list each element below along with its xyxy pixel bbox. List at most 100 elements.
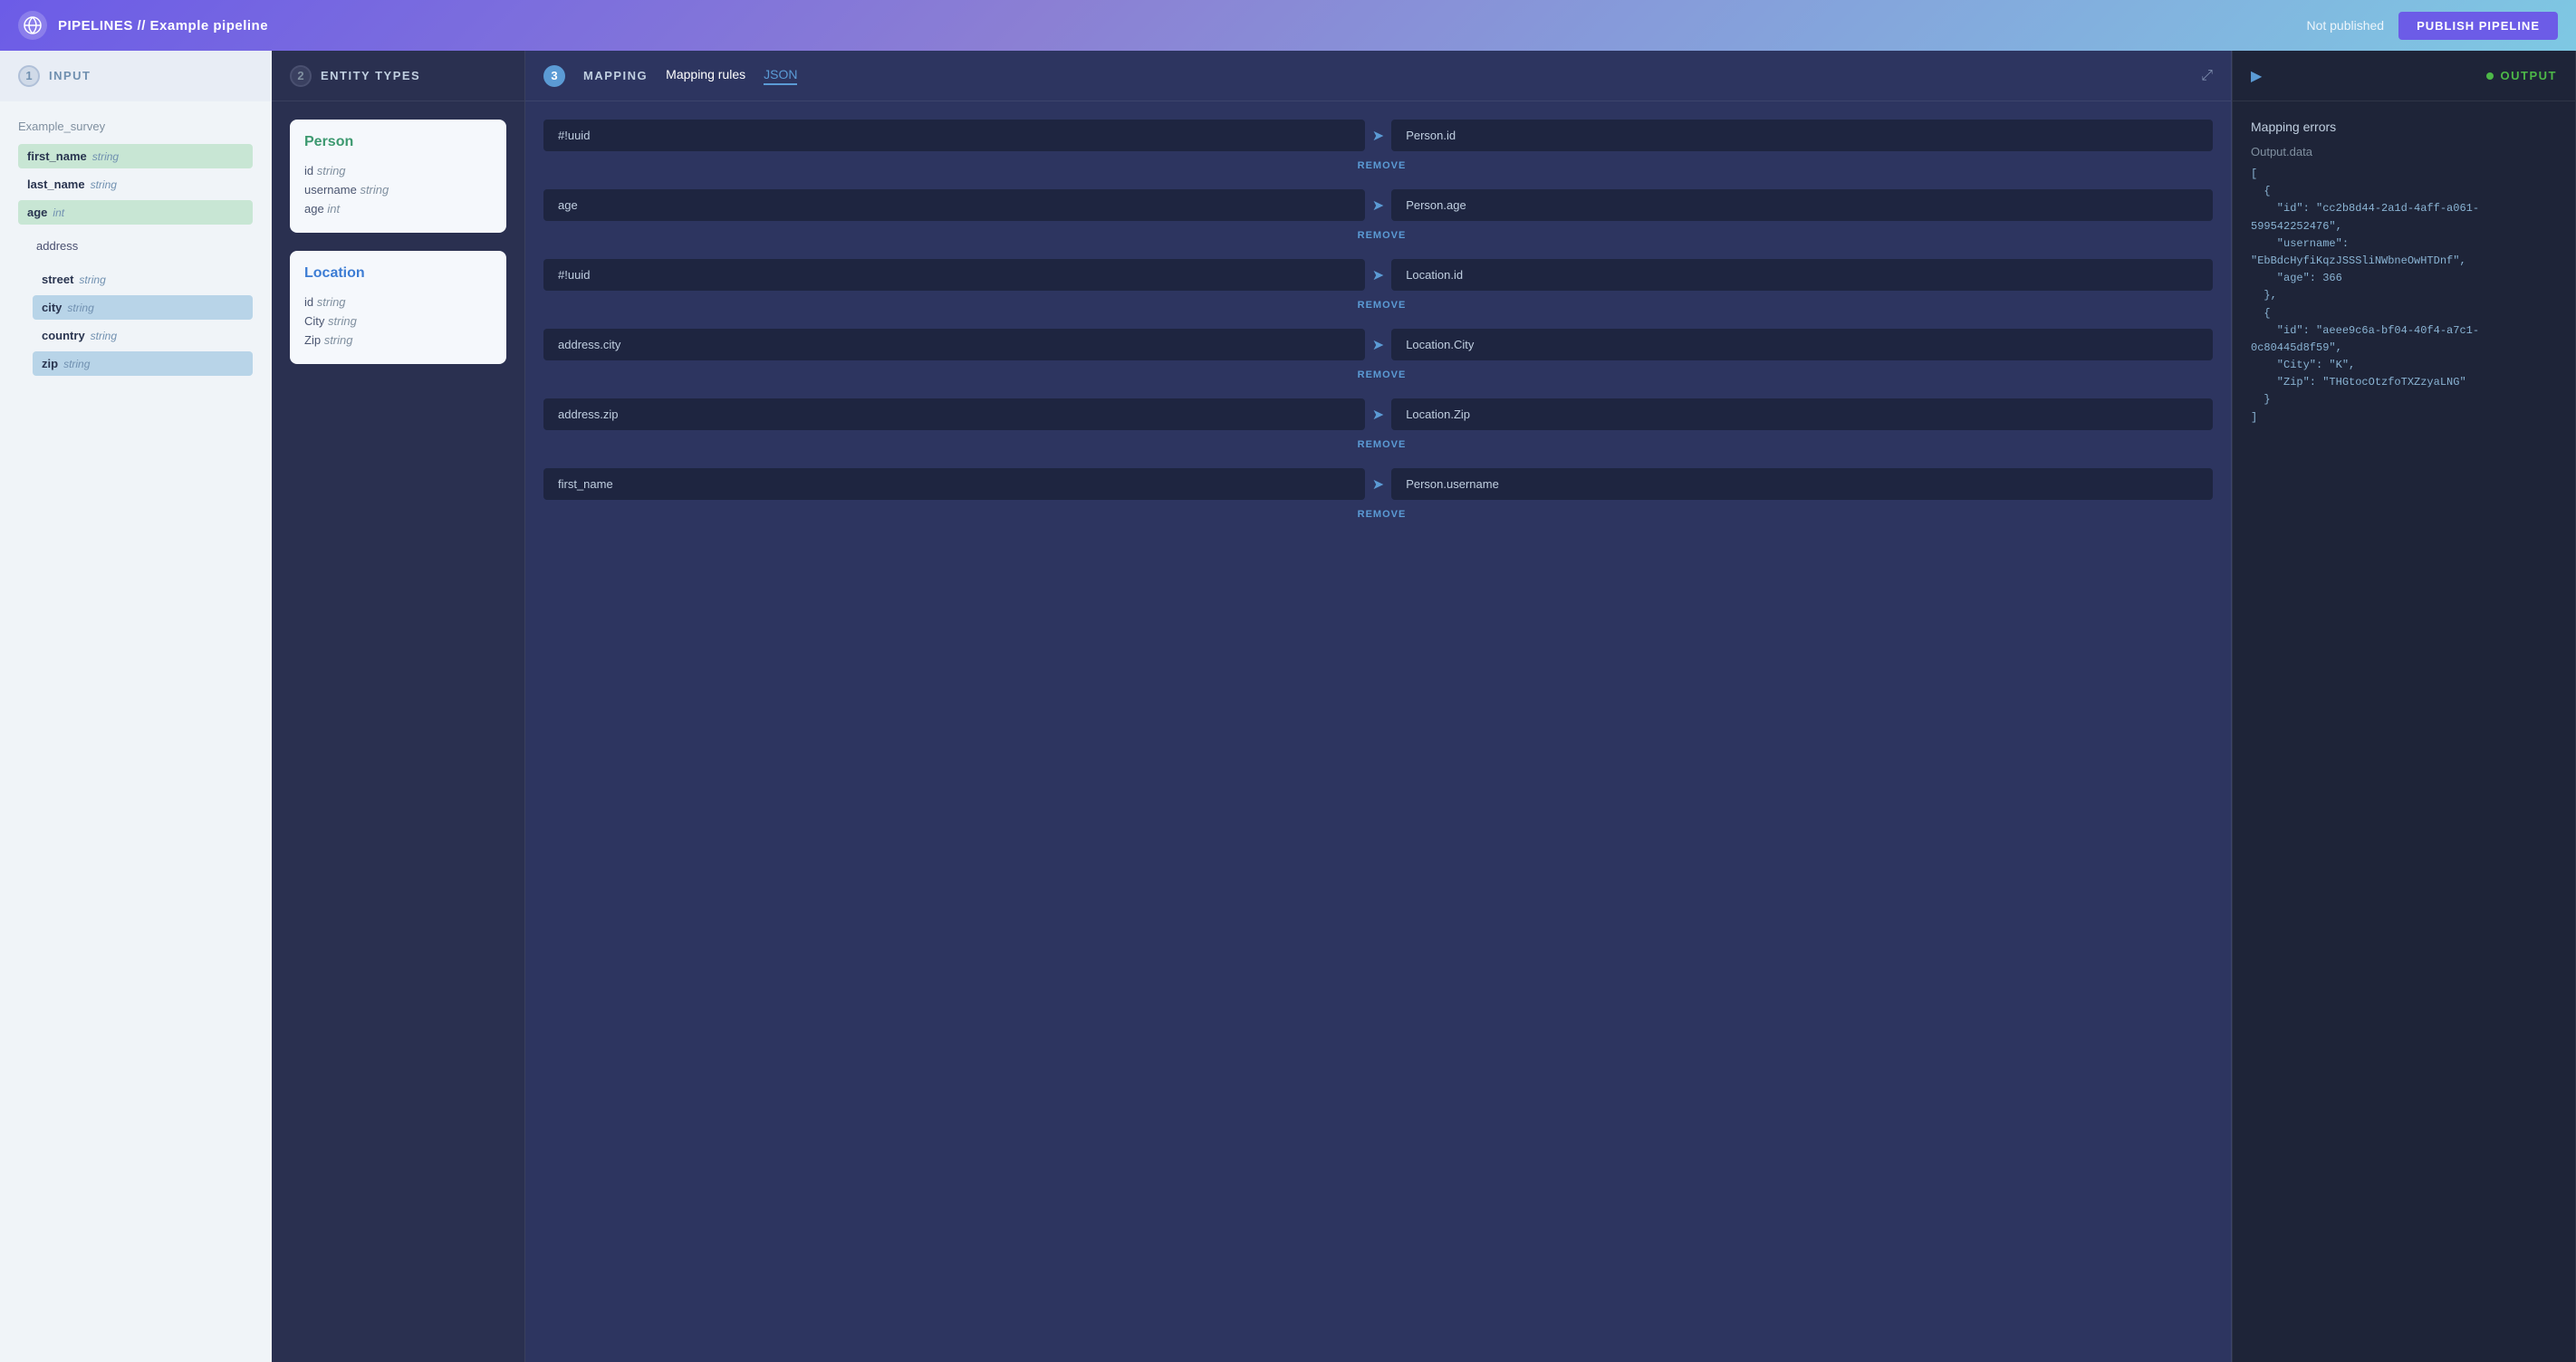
expand-icon[interactable]: ⤢ [2201,68,2213,84]
field-item: ageint [18,200,253,225]
mapping-source: #!uuid [543,259,1365,291]
mapping-row: first_name ➤ Person.username [543,468,2213,500]
field-name: age [27,206,47,219]
remove-button[interactable]: REMOVE [1350,226,1414,245]
mapping-arrow: ➤ [1372,336,1384,354]
mapping-row: #!uuid ➤ Person.id [543,120,2213,151]
mapping-header: 3 MAPPING Mapping rules JSON ⤢ [525,51,2231,101]
entity-panel: 2 ENTITY TYPES Person id stringusername … [272,51,525,1362]
not-published-status: Not published [2306,18,2384,33]
tab-json[interactable]: JSON [764,67,797,85]
field-item: first_name string [18,144,253,168]
entity-field: Zip string [304,331,492,350]
mapping-arrow: ➤ [1372,127,1384,145]
entity-field: age int [304,199,492,218]
publish-button[interactable]: PUBLISH PIPELINE [2398,12,2558,40]
step-2-badge: 2 [290,65,312,87]
mapping-target: Location.City [1391,329,2213,360]
mapping-rule: #!uuid ➤ Person.id REMOVE [543,120,2213,175]
header-right: Not published PUBLISH PIPELINE [2306,12,2558,40]
field-type: string [91,330,117,342]
remove-button[interactable]: REMOVE [1350,436,1414,454]
header-title: PIPELINES // Example pipeline [58,18,268,34]
field-item: street string [33,267,253,292]
mapping-rule: age ➤ Person.age REMOVE [543,189,2213,245]
field-type: string [91,178,117,191]
field-type: string [67,302,93,314]
field-item: last_name string [18,172,253,197]
mapping-errors-title: Mapping errors [2251,120,2557,134]
step-1-badge: 1 [18,65,40,87]
output-panel-header: ▶ OUTPUT [2233,51,2575,101]
field-item: city string [33,295,253,320]
entity-card: Location id stringCity stringZip string [290,251,506,364]
remove-button[interactable]: REMOVE [1350,157,1414,175]
mapping-source: age [543,189,1365,221]
field-name: first_name [27,149,87,163]
mapping-row: age ➤ Person.age [543,189,2213,221]
entity-content: Person id stringusername stringage int L… [272,101,524,1362]
entity-panel-header: 2 ENTITY TYPES [272,51,524,101]
field-type: string [63,358,90,370]
field-name: city [42,301,62,314]
mapping-row: address.zip ➤ Location.Zip [543,398,2213,430]
field-group: address [27,234,87,258]
field-item: countrystring [33,323,253,348]
mapping-rule: first_name ➤ Person.username REMOVE [543,468,2213,523]
mapping-target: Person.username [1391,468,2213,500]
tab-mapping-rules[interactable]: Mapping rules [666,67,745,85]
mapping-rule: address.zip ➤ Location.Zip REMOVE [543,398,2213,454]
mapping-target: Location.Zip [1391,398,2213,430]
header: PIPELINES // Example pipeline Not publis… [0,0,2576,51]
entity-panel-title: ENTITY TYPES [321,69,420,82]
main-layout: 1 INPUT Example_survey first_namestringl… [0,51,2576,1362]
entity-card: Person id stringusername stringage int [290,120,506,233]
mapping-source: #!uuid [543,120,1365,151]
survey-label: Example_survey [18,120,253,133]
field-type: string [92,150,119,163]
mapping-row: #!uuid ➤ Location.id [543,259,2213,291]
entity-field: username string [304,180,492,199]
entity-field: City string [304,312,492,331]
field-name: street [42,273,73,286]
remove-button[interactable]: REMOVE [1350,296,1414,314]
entity-card-title: Location [304,265,492,282]
input-panel-title: INPUT [49,69,91,82]
output-content: Mapping errors Output.data [ { "id": "cc… [2233,101,2575,1362]
field-type: string [79,273,105,286]
play-button[interactable]: ▶ [2251,67,2262,85]
field-item: zip string [33,351,253,376]
mapping-panel-title: MAPPING [583,69,648,82]
output-subtitle: Output.data [2251,145,2557,158]
mapping-rule: #!uuid ➤ Location.id REMOVE [543,259,2213,314]
entity-field: id string [304,293,492,312]
mapping-source: first_name [543,468,1365,500]
field-type: int [53,206,64,219]
output-status-dot [2486,72,2494,80]
output-panel: ▶ OUTPUT Mapping errors Output.data [ { … [2232,51,2576,1362]
mapping-target: Location.id [1391,259,2213,291]
mapping-rule: address.city ➤ Location.City REMOVE [543,329,2213,384]
mapping-source: address.city [543,329,1365,360]
entity-field: id string [304,161,492,180]
mapping-target: Person.id [1391,120,2213,151]
mapping-row: address.city ➤ Location.City [543,329,2213,360]
mapping-panel: 3 MAPPING Mapping rules JSON ⤢ #!uuid ➤ … [525,51,2232,1362]
remove-button[interactable]: REMOVE [1350,366,1414,384]
input-panel-header: 1 INPUT [0,51,271,101]
step-3-badge: 3 [543,65,565,87]
mapping-arrow: ➤ [1372,475,1384,494]
field-name: last_name [27,177,85,191]
header-left: PIPELINES // Example pipeline [18,11,268,40]
json-output: [ { "id": "cc2b8d44-2a1d-4aff-a061- 5995… [2251,166,2557,427]
input-fields-list: first_namestringlast_namestringageintadd… [18,144,253,376]
mapping-content: #!uuid ➤ Person.id REMOVE age ➤ Person.a… [525,101,2231,1362]
logo [18,11,47,40]
mapping-arrow: ➤ [1372,406,1384,424]
input-content: Example_survey first_namestringlast_name… [0,101,271,1362]
mapping-source: address.zip [543,398,1365,430]
input-panel: 1 INPUT Example_survey first_namestringl… [0,51,272,1362]
remove-button[interactable]: REMOVE [1350,505,1414,523]
output-label: OUTPUT [2501,69,2557,82]
field-name: zip [42,357,58,370]
